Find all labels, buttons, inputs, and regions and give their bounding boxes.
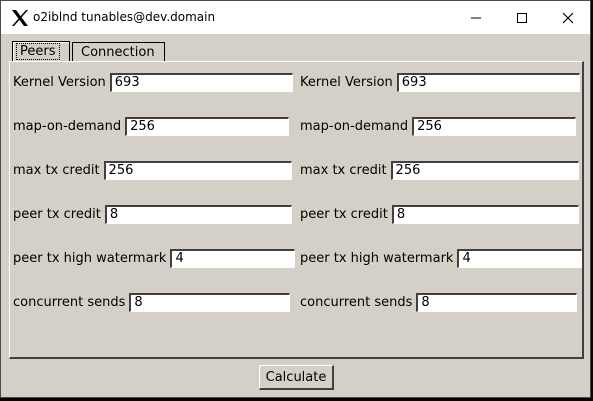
left-map-on-demand-field[interactable] [125, 116, 290, 136]
calculate-button[interactable]: Calculate [259, 365, 334, 390]
tab-connection[interactable]: Connection [72, 42, 165, 62]
x-logo-icon [12, 10, 28, 26]
right-concurrent-sends-field[interactable] [416, 292, 578, 312]
left-row-concurrent-sends: concurrent sends [13, 290, 291, 314]
title-bar[interactable]: o2iblnd tunables@dev.domain [1, 1, 590, 34]
left-map-on-demand-label: map-on-demand [13, 118, 122, 134]
right-row-peer-tx-credit: peer tx credit [300, 202, 579, 226]
left-row-kernel-version: Kernel Version [13, 70, 293, 94]
minimize-icon [471, 17, 481, 18]
tab-peers[interactable]: Peers [12, 41, 70, 62]
left-row-map-on-demand: map-on-demand [13, 114, 290, 138]
right-row-max-tx-credit: max tx credit [300, 158, 579, 182]
left-peer-tx-high-watermark-field[interactable] [170, 248, 296, 268]
left-row-peer-tx-high-watermark: peer tx high watermark [13, 246, 296, 270]
right-max-tx-credit-field[interactable] [390, 160, 579, 180]
close-button[interactable] [545, 1, 591, 34]
left-row-peer-tx-credit: peer tx credit [13, 202, 292, 226]
left-max-tx-credit-label: max tx credit [13, 162, 100, 178]
tab-peers-label: Peers [16, 43, 60, 60]
right-map-on-demand-field[interactable] [412, 116, 577, 136]
right-row-kernel-version: Kernel Version [300, 70, 580, 94]
right-row-peer-tx-high-watermark: peer tx high watermark [300, 246, 583, 270]
close-icon [562, 12, 574, 23]
right-row-map-on-demand: map-on-demand [300, 114, 577, 138]
left-concurrent-sends-field[interactable] [129, 292, 291, 312]
right-row-concurrent-sends: concurrent sends [300, 290, 578, 314]
left-peer-tx-credit-label: peer tx credit [13, 206, 101, 222]
left-peer-tx-credit-field[interactable] [104, 204, 292, 224]
app-window: o2iblnd tunables@dev.domain Peers Connec… [0, 0, 591, 398]
peers-panel: Kernel Version map-on-demand max tx cred… [9, 61, 584, 359]
right-kernel-version-label: Kernel Version [300, 74, 393, 90]
left-kernel-version-field[interactable] [109, 72, 293, 92]
left-kernel-version-label: Kernel Version [13, 74, 106, 90]
right-peer-tx-credit-label: peer tx credit [300, 206, 388, 222]
right-concurrent-sends-label: concurrent sends [300, 294, 413, 310]
right-kernel-version-field[interactable] [396, 72, 580, 92]
minimize-button[interactable] [453, 1, 499, 34]
maximize-icon [517, 12, 527, 23]
right-map-on-demand-label: map-on-demand [300, 118, 409, 134]
right-peer-tx-high-watermark-field[interactable] [457, 248, 583, 268]
left-concurrent-sends-label: concurrent sends [13, 294, 126, 310]
left-peer-tx-high-watermark-label: peer tx high watermark [13, 250, 167, 266]
right-peer-tx-credit-field[interactable] [391, 204, 579, 224]
right-peer-tx-high-watermark-label: peer tx high watermark [300, 250, 454, 266]
right-max-tx-credit-label: max tx credit [300, 162, 387, 178]
window-title: o2iblnd tunables@dev.domain [33, 10, 216, 24]
maximize-button[interactable] [499, 1, 545, 34]
tab-connection-label: Connection [81, 45, 155, 60]
left-max-tx-credit-field[interactable] [103, 160, 292, 180]
left-row-max-tx-credit: max tx credit [13, 158, 292, 182]
